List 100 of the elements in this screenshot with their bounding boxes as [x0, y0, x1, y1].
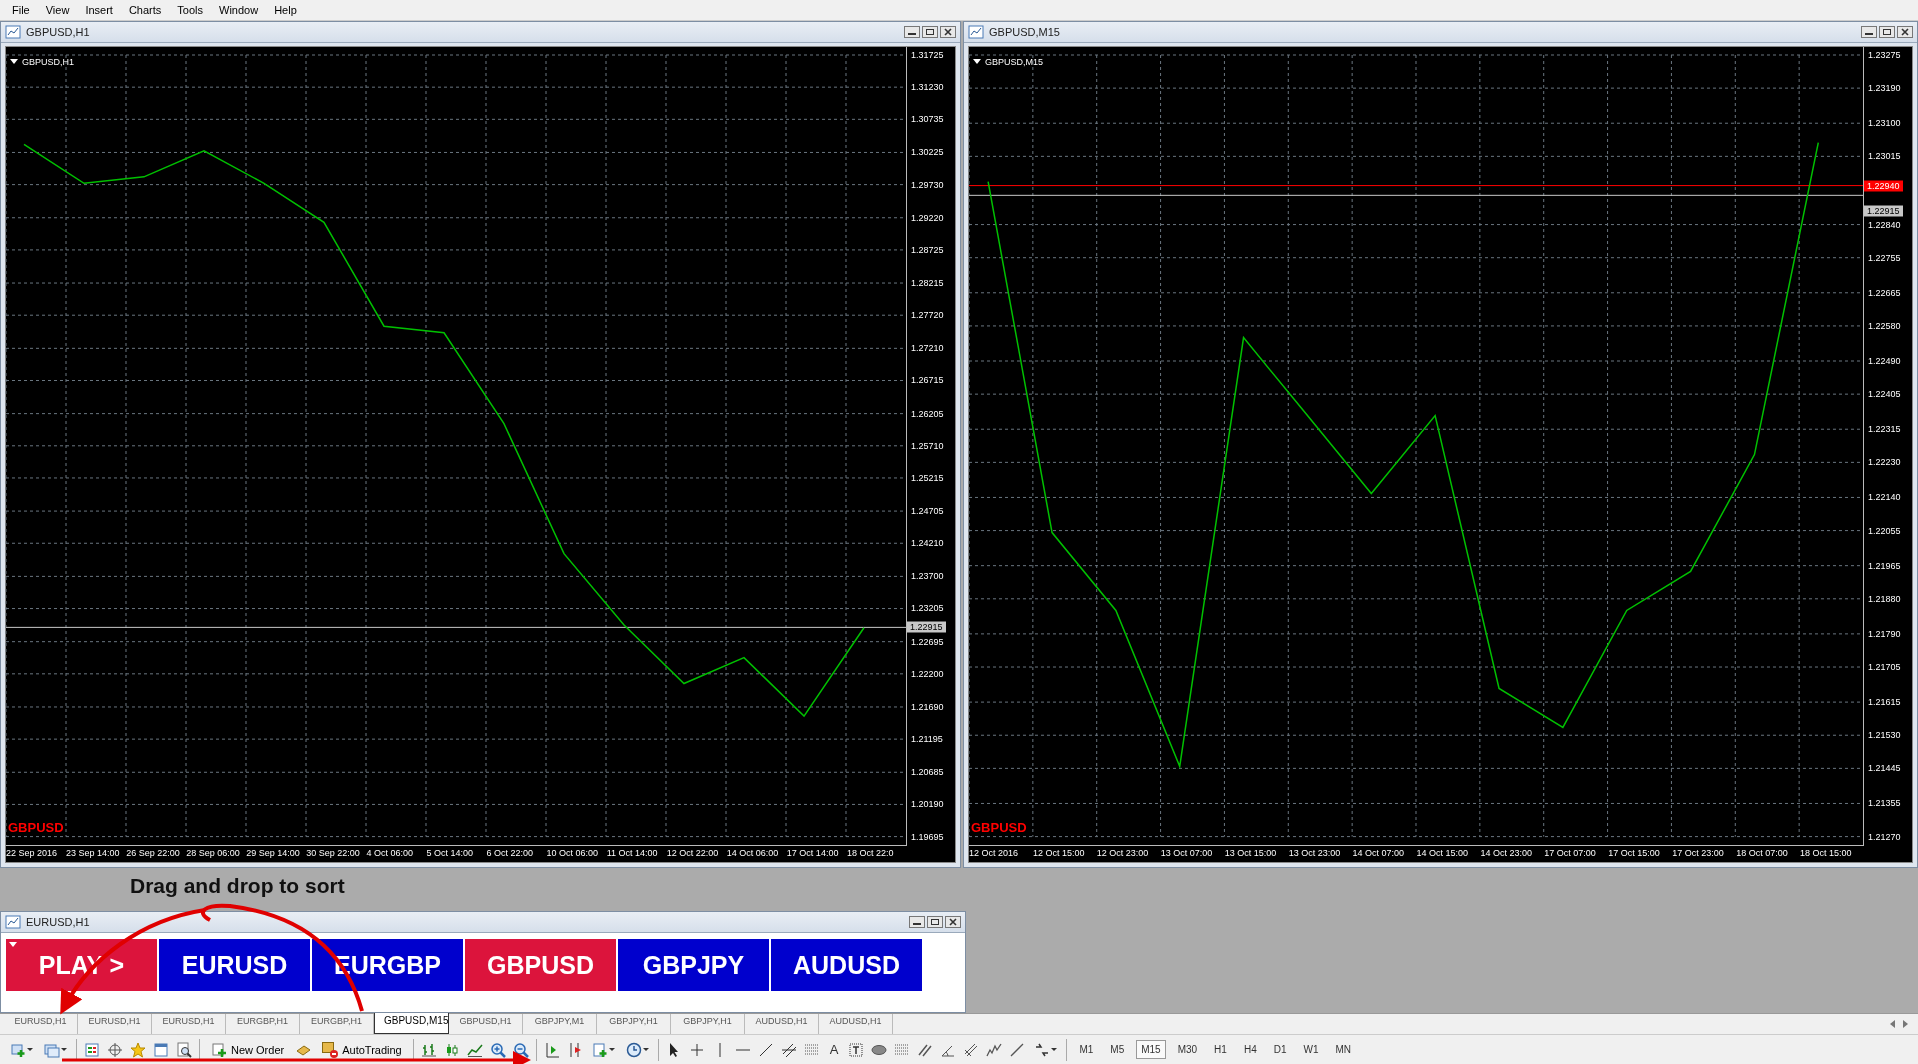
- price-axis-label: 1.27720: [911, 309, 944, 321]
- price-axis-label: 1.30735: [911, 113, 944, 125]
- price-axis-label: 1.30225: [911, 146, 944, 158]
- time-axis-label: 14 Oct 07:00: [1352, 847, 1405, 858]
- gann-line-icon[interactable]: [1009, 1041, 1026, 1058]
- time-axis-label: 22 Sep 2016: [6, 847, 58, 858]
- timeframe-button[interactable]: H4: [1238, 1040, 1262, 1059]
- price-axis-label: 1.22490: [1868, 355, 1901, 367]
- instruction-text: Drag and drop to sort: [130, 873, 345, 898]
- minimize-icon: [904, 25, 920, 38]
- symbol-overlay-label: GBPUSD: [8, 819, 64, 835]
- timeframe-button[interactable]: M5: [1105, 1040, 1130, 1059]
- price-axis-label: 1.29730: [911, 179, 944, 191]
- text-tool-button[interactable]: A: [826, 1042, 842, 1057]
- price-axis-label: 1.22055: [1868, 525, 1901, 536]
- symbol-button[interactable]: GBPUSD: [464, 938, 617, 993]
- template-icon[interactable]: [591, 1041, 608, 1058]
- menu-item[interactable]: File: [4, 3, 38, 16]
- magnifier-page-icon[interactable]: [176, 1041, 192, 1058]
- profiles-icon[interactable]: [44, 1041, 60, 1058]
- zoom-in-icon[interactable]: [489, 1041, 506, 1058]
- crosshair-icon[interactable]: [107, 1041, 123, 1058]
- maximize-icon: [922, 25, 938, 38]
- time-axis-label: 13 Oct 23:00: [1288, 847, 1341, 858]
- dropdown-caret-icon: [27, 1048, 33, 1051]
- crosshair-icon[interactable]: [688, 1041, 705, 1058]
- timeframe-button[interactable]: H1: [1209, 1040, 1232, 1059]
- window-icon[interactable]: [153, 1041, 169, 1058]
- price-axis-label: 1.31230: [911, 81, 944, 93]
- star-icon[interactable]: [130, 1041, 146, 1058]
- new-chart-icon[interactable]: [10, 1041, 26, 1058]
- chart-symbol-label: GBPUSD,H1: [22, 56, 74, 67]
- dropdown-caret-icon: [608, 1048, 615, 1051]
- price-axis-label: 1.29220: [911, 212, 944, 224]
- dropdown-triangle-icon: [10, 58, 18, 66]
- time-axis-label: 30 Sep 22:00: [306, 847, 360, 858]
- dropdown-triangle-icon: [9, 942, 17, 948]
- timeframe-button[interactable]: M1: [1074, 1040, 1099, 1059]
- symbol-button[interactable]: AUDUSD: [770, 938, 923, 993]
- symbol-button[interactable]: GBPJPY: [617, 938, 770, 993]
- price-axis-label: 1.22230: [1868, 456, 1901, 468]
- menu-item[interactable]: Help: [266, 3, 305, 16]
- price-axis-label: 1.23100: [1868, 117, 1901, 129]
- price-axis-label: 1.22755: [1868, 252, 1901, 264]
- price-axis-label: 1.27210: [911, 342, 944, 354]
- clock-icon[interactable]: [625, 1041, 642, 1058]
- price-axis-label: 1.21270: [1868, 831, 1901, 843]
- time-axis-label: 14 Oct 15:00: [1416, 847, 1469, 858]
- timeframe-button[interactable]: D1: [1268, 1040, 1292, 1059]
- price-axis-label: 1.22315: [1868, 423, 1901, 435]
- price-marker: 1.22940: [1864, 180, 1903, 191]
- menu-item[interactable]: Insert: [77, 3, 121, 16]
- dropdown-caret-icon: [1051, 1048, 1058, 1051]
- arrows-icon[interactable]: [1034, 1041, 1051, 1058]
- channel-icon[interactable]: [780, 1041, 797, 1058]
- time-axis-label: 18 Oct 07:00: [1736, 847, 1788, 858]
- price-axis-label: 1.19695: [911, 831, 944, 843]
- menu-item[interactable]: Window: [211, 3, 267, 16]
- wave-icon[interactable]: [986, 1041, 1003, 1058]
- timeframe-button[interactable]: MN: [1330, 1040, 1357, 1059]
- market-watch-icon[interactable]: [84, 1041, 100, 1058]
- time-axis-label: 17 Oct 07:00: [1544, 847, 1596, 858]
- chart-tab[interactable]: GBPUSD,M15: [374, 1013, 449, 1035]
- time-axis-label: 18 Oct 15:00: [1800, 847, 1852, 858]
- close-icon: [945, 916, 961, 929]
- bar-chart-icon[interactable]: [420, 1041, 437, 1058]
- price-axis-label: 1.28215: [911, 277, 944, 289]
- price-axis-label: 1.22695: [911, 636, 944, 648]
- time-axis-label: 29 Sep 14:00: [246, 847, 300, 858]
- menu-item[interactable]: Charts: [120, 3, 170, 16]
- window-title: EURUSD,H1: [26, 916, 91, 929]
- zoom-out-icon[interactable]: [512, 1041, 529, 1058]
- price-marker: 1.22915: [1864, 205, 1903, 217]
- price-axis-label: 1.23700: [911, 570, 944, 582]
- menu-item[interactable]: View: [37, 3, 78, 16]
- dropdown-triangle-icon: [973, 58, 981, 66]
- timeframe-button[interactable]: W1: [1298, 1040, 1324, 1059]
- chart-icon: [5, 23, 21, 40]
- time-axis-label: 10 Oct 06:00: [546, 847, 599, 858]
- chart-shift-icon[interactable]: [543, 1041, 560, 1058]
- timeframe-button[interactable]: M30: [1172, 1040, 1203, 1059]
- price-axis-label: 1.21690: [911, 701, 944, 713]
- trend-line-icon[interactable]: [757, 1041, 774, 1058]
- price-axis-label: 1.21790: [1868, 628, 1901, 640]
- time-axis-label: 18 Oct 22:0: [846, 847, 894, 858]
- window-title: GBPUSD,M15: [989, 25, 1061, 38]
- scroll-right-icon: [1903, 1020, 1908, 1029]
- new-order-button[interactable]: New Order: [207, 1039, 289, 1060]
- new-order-icon: [211, 1041, 227, 1058]
- chart-icon: [968, 23, 984, 40]
- symbol-button[interactable]: EURUSD: [158, 938, 311, 993]
- autotrading-button[interactable]: AutoTrading: [318, 1039, 406, 1060]
- chart-icon: [5, 914, 21, 931]
- timeframe-button[interactable]: M15: [1136, 1040, 1166, 1059]
- time-axis-label: 11 Oct 14:00: [606, 847, 658, 858]
- pitchfork-icon[interactable]: [963, 1041, 980, 1058]
- text-box-icon[interactable]: [848, 1041, 865, 1058]
- price-axis-label: 1.22405: [1868, 388, 1901, 400]
- time-axis-label: 17 Oct 23:00: [1672, 847, 1724, 858]
- menu-item[interactable]: Tools: [169, 3, 211, 16]
